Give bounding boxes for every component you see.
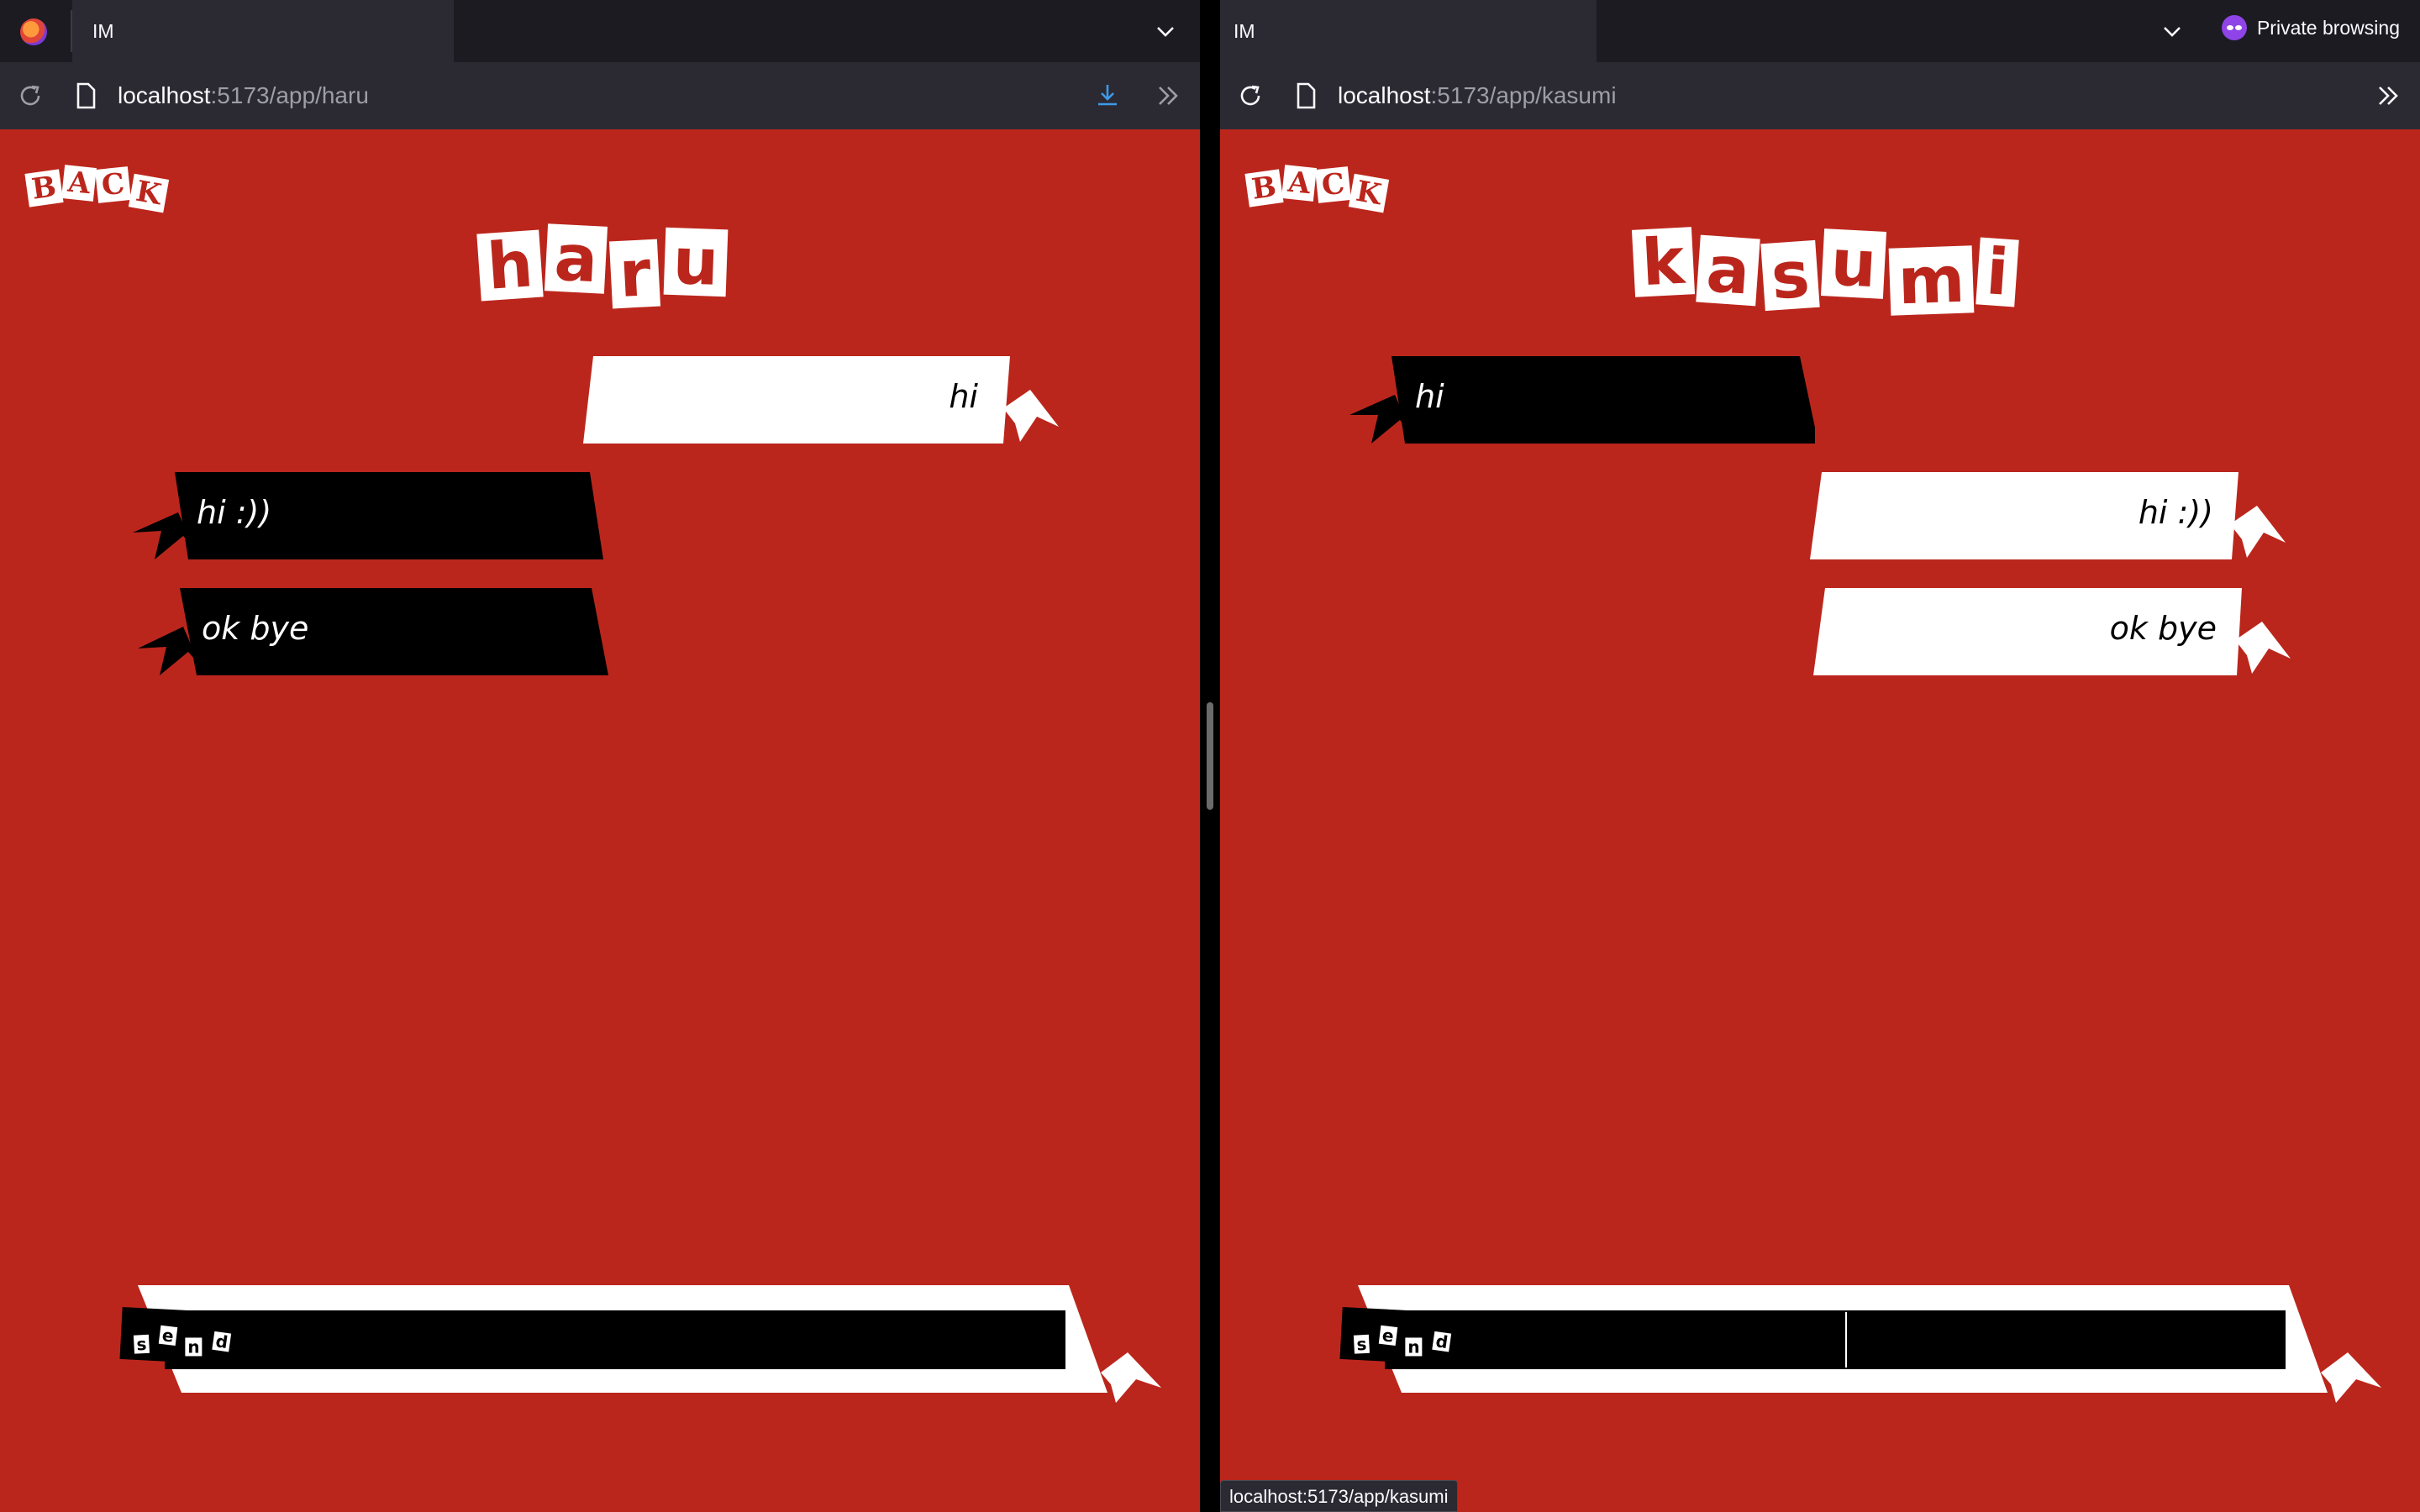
reload-icon[interactable]	[15, 81, 45, 111]
title-letter: a	[544, 220, 608, 297]
back-letter: C	[1315, 166, 1352, 203]
url-bar[interactable]: localhost:5173/app/kasumi	[1338, 82, 1617, 109]
send-letter: n	[185, 1336, 203, 1357]
private-browsing-mask-icon	[2221, 15, 2247, 40]
message-input[interactable]	[165, 1310, 1065, 1369]
url-host: localhost	[118, 82, 211, 108]
back-button[interactable]: B A C K	[1244, 165, 1389, 213]
back-button[interactable]: B A C K	[24, 165, 169, 213]
firefox-logo-icon	[20, 18, 47, 45]
url-path: :5173/app/kasumi	[1430, 82, 1617, 108]
chevron-down-icon[interactable]	[1153, 18, 1178, 44]
message-sent: hi :))	[1810, 472, 2297, 559]
send-letter: s	[1353, 1334, 1370, 1355]
title-letter: m	[1888, 242, 1975, 318]
send-letter: d	[212, 1331, 232, 1352]
private-browsing-label: Private browsing	[2256, 16, 2400, 39]
send-button[interactable]: s e n d	[1339, 1306, 1474, 1367]
contact-title: k a s u m i	[1631, 223, 2022, 318]
url-path: :5173/app/haru	[210, 82, 369, 108]
back-letter: K	[1349, 173, 1389, 213]
message-sent: hi	[583, 356, 1062, 444]
page-icon	[1297, 82, 1316, 109]
back-letter: B	[1244, 169, 1284, 207]
message-input[interactable]	[1385, 1310, 2286, 1369]
tab-title: IM	[92, 19, 114, 42]
composer: s e n d	[1329, 1285, 2388, 1403]
bubble-shape	[1810, 472, 2286, 559]
chat-page: B A C K k a s u m i hi hi :)) ok bye s e…	[1220, 129, 2420, 1512]
url-host: localhost	[1338, 82, 1431, 108]
tab-im[interactable]: IM	[72, 0, 454, 62]
send-letter: d	[1432, 1331, 1452, 1352]
message-text: hi :))	[197, 494, 272, 531]
overflow-chevrons-icon[interactable]	[1153, 81, 1183, 111]
url-bar[interactable]: localhost:5173/app/haru	[118, 82, 369, 109]
bubble-shape	[583, 356, 1059, 444]
message-received: hi	[1344, 356, 1815, 444]
title-letter: u	[1821, 225, 1887, 302]
chat-page: B A C K h a r u hi hi :)) ok bye s e n d	[0, 129, 1200, 1512]
back-letter: A	[1281, 165, 1318, 202]
reload-icon[interactable]	[1235, 81, 1265, 111]
browser-window-haru: IM localhost:5173/app/haru B A C K h a r…	[0, 0, 1200, 1512]
text-caret	[1845, 1312, 1847, 1368]
status-url-tooltip: localhost:5173/app/kasumi	[1220, 1480, 1458, 1512]
send-button[interactable]: s e n d	[119, 1306, 254, 1367]
title-letter: i	[1975, 234, 2020, 310]
send-letter: e	[158, 1325, 177, 1347]
send-letter: n	[1405, 1336, 1423, 1357]
message-text: ok bye	[2109, 610, 2217, 647]
tab-im[interactable]: IM	[1220, 0, 1597, 62]
overflow-chevrons-icon[interactable]	[2373, 81, 2403, 111]
send-letter: e	[1378, 1325, 1397, 1347]
send-letter: s	[133, 1334, 150, 1355]
nav-bar: localhost:5173/app/haru	[0, 62, 1200, 129]
message-text: ok bye	[202, 610, 309, 647]
message-text: hi :))	[2138, 494, 2213, 531]
title-letter: a	[1695, 231, 1760, 309]
title-letter: k	[1631, 223, 1695, 300]
message-received: ok bye	[131, 588, 618, 675]
back-letter: B	[24, 169, 64, 207]
private-browsing-indicator: Private browsing	[2221, 15, 2400, 40]
browser-window-kasumi: IM Private browsing localhost:5173/app/k…	[1220, 0, 2420, 1512]
message-text: hi	[949, 378, 978, 415]
bubble-shape	[1813, 588, 2291, 675]
contact-title: h a r u	[476, 220, 732, 312]
title-letter: u	[663, 223, 729, 300]
message-text: hi	[1415, 378, 1444, 415]
title-letter: r	[609, 235, 661, 312]
back-letter: A	[60, 165, 97, 202]
title-letter: s	[1760, 237, 1820, 313]
nav-bar: localhost:5173/app/kasumi	[1220, 62, 2420, 129]
composer: s e n d	[109, 1285, 1168, 1403]
split-resize-handle[interactable]	[1207, 702, 1213, 810]
tab-bar: IM Private browsing	[1220, 0, 2420, 62]
message-received: hi :))	[128, 472, 615, 559]
message-sent: ok bye	[1813, 588, 2301, 675]
back-letter: K	[129, 173, 169, 213]
back-letter: C	[95, 166, 132, 203]
title-letter: h	[476, 226, 544, 304]
page-icon	[76, 82, 96, 109]
tab-title: IM	[1234, 19, 1255, 42]
tab-bar: IM	[0, 0, 1200, 62]
chevron-down-icon[interactable]	[2160, 18, 2185, 44]
download-icon[interactable]	[1092, 81, 1123, 111]
